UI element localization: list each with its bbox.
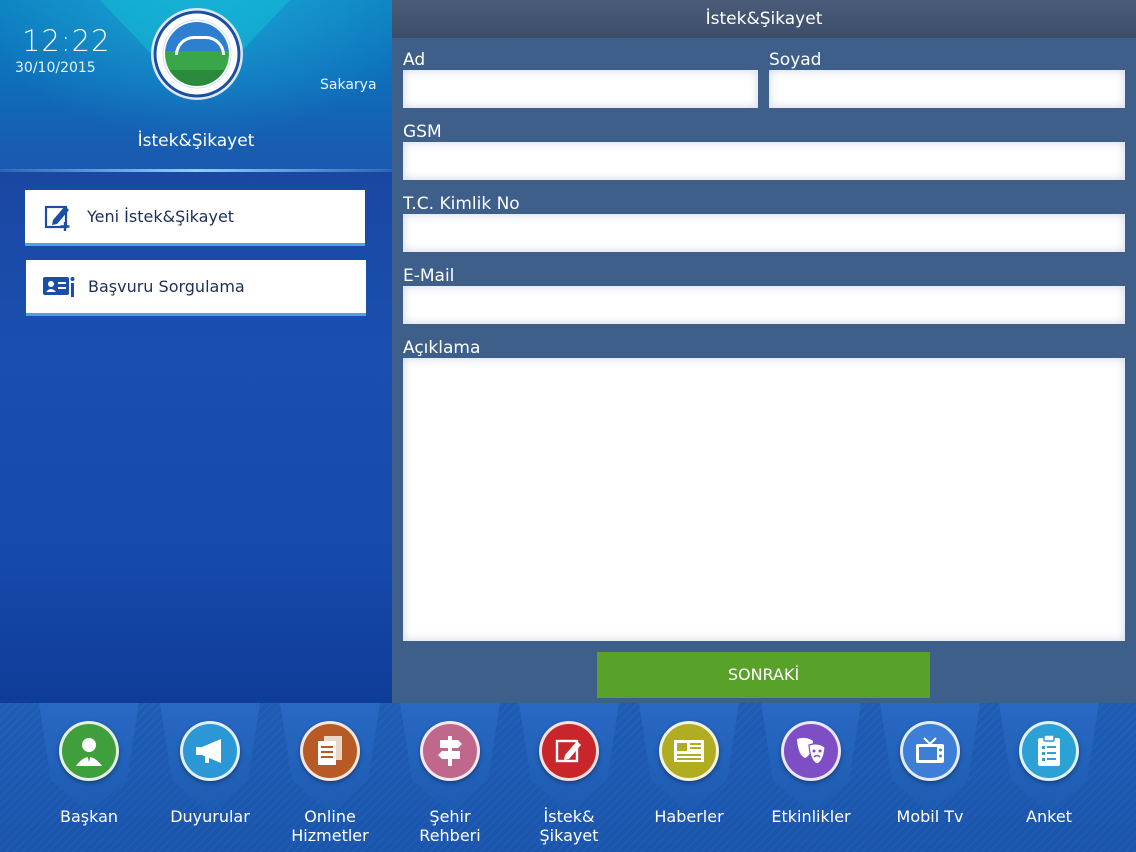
- tab-duyurular-label: Duyurular: [150, 807, 270, 826]
- tab-sehir-rehberi[interactable]: Şehir Rehberi: [390, 703, 510, 852]
- aciklama-textarea[interactable]: [403, 358, 1125, 641]
- email-label: E-Mail: [403, 266, 455, 286]
- email-input[interactable]: [403, 286, 1125, 324]
- tab-istek-sikayet-label: İstek& Şikayet: [509, 807, 629, 845]
- tab-duyurular[interactable]: Duyurular: [150, 703, 270, 852]
- new-request-button[interactable]: Yeni İstek&Şikayet: [25, 190, 365, 246]
- tab-haberler-label: Haberler: [629, 807, 749, 826]
- tab-mobil-tv-label-line1: Mobil Tv: [896, 807, 964, 826]
- tab-haberler-label-line1: Haberler: [654, 807, 724, 826]
- theater-masks-icon: [781, 721, 841, 781]
- tab-sehir-rehberi-label-line1: Şehir: [429, 807, 471, 826]
- left-panel: 12:22 30/10/2015 Sakarya İstek&Şikayet Y…: [0, 0, 392, 703]
- tab-etkinlikler-label-line1: Etkinlikler: [771, 807, 851, 826]
- date: 30/10/2015: [15, 60, 96, 76]
- page-title: İstek&Şikayet: [137, 131, 255, 151]
- tab-istek-sikayet-label-line2: Şikayet: [539, 826, 599, 845]
- form-title: İstek&Şikayet: [392, 0, 1136, 38]
- tab-etkinlikler-label: Etkinlikler: [751, 807, 871, 826]
- tab-sehir-rehberi-label-line2: Rehberi: [419, 826, 481, 845]
- header: 12:22 30/10/2015 Sakarya İstek&Şikayet: [0, 0, 392, 170]
- tab-anket[interactable]: Anket: [989, 703, 1109, 852]
- ad-input[interactable]: [403, 70, 758, 108]
- tab-anket-label: Anket: [989, 807, 1109, 826]
- tab-baskan-label: Başkan: [29, 807, 149, 826]
- tab-online-hizmetler-label-line1: Online: [304, 807, 356, 826]
- soyad-input[interactable]: [769, 70, 1125, 108]
- tab-mobil-tv-label: Mobil Tv: [870, 807, 990, 826]
- edit-icon: [539, 721, 599, 781]
- tab-sehir-rehberi-label: Şehir Rehberi: [390, 807, 510, 845]
- id-card-info-icon: [42, 272, 76, 302]
- application-query-label: Başvuru Sorgulama: [88, 277, 245, 296]
- documents-icon: [300, 721, 360, 781]
- aciklama-label: Açıklama: [403, 338, 481, 358]
- tab-online-hizmetler-label: Online Hizmetler: [270, 807, 390, 845]
- tv-icon: [900, 721, 960, 781]
- tab-online-hizmetler[interactable]: Online Hizmetler: [270, 703, 390, 852]
- tab-etkinlikler[interactable]: Etkinlikler: [751, 703, 871, 852]
- tab-haberler[interactable]: Haberler: [629, 703, 749, 852]
- tab-baskan[interactable]: Başkan: [29, 703, 149, 852]
- gsm-input[interactable]: [403, 142, 1125, 180]
- next-button[interactable]: SONRAKİ: [597, 652, 930, 698]
- sakarya-logo-icon: [151, 8, 243, 100]
- tab-istek-sikayet-label-line1: İstek&: [543, 807, 595, 826]
- tab-online-hizmetler-label-line2: Hizmetler: [291, 826, 369, 845]
- clock: 12:22: [22, 24, 111, 58]
- city-label: Sakarya: [320, 77, 377, 93]
- megaphone-icon: [180, 721, 240, 781]
- soyad-label: Soyad: [769, 50, 822, 70]
- tab-istek-sikayet[interactable]: İstek& Şikayet: [509, 703, 629, 852]
- form-panel: İstek&Şikayet Ad Soyad GSM T.C. Kimlik N…: [392, 0, 1136, 703]
- tc-input[interactable]: [403, 214, 1125, 252]
- tab-duyurular-label-line1: Duyurular: [170, 807, 250, 826]
- gsm-label: GSM: [403, 122, 442, 142]
- edit-plus-icon: [41, 202, 75, 232]
- signpost-icon: [420, 721, 480, 781]
- tab-anket-label-line1: Anket: [1026, 807, 1072, 826]
- bottom-tab-bar: Başkan Duyurular Online Hizmetler Şehir Re…: [0, 703, 1136, 852]
- tab-baskan-label-line1: Başkan: [59, 807, 119, 826]
- newspaper-icon: [659, 721, 719, 781]
- tab-mobil-tv[interactable]: Mobil Tv: [870, 703, 990, 852]
- clipboard-icon: [1019, 721, 1079, 781]
- tc-label: T.C. Kimlik No: [403, 194, 520, 214]
- new-request-label: Yeni İstek&Şikayet: [87, 207, 235, 226]
- person-icon: [59, 721, 119, 781]
- ad-label: Ad: [403, 50, 426, 70]
- application-query-button[interactable]: Başvuru Sorgulama: [26, 260, 366, 316]
